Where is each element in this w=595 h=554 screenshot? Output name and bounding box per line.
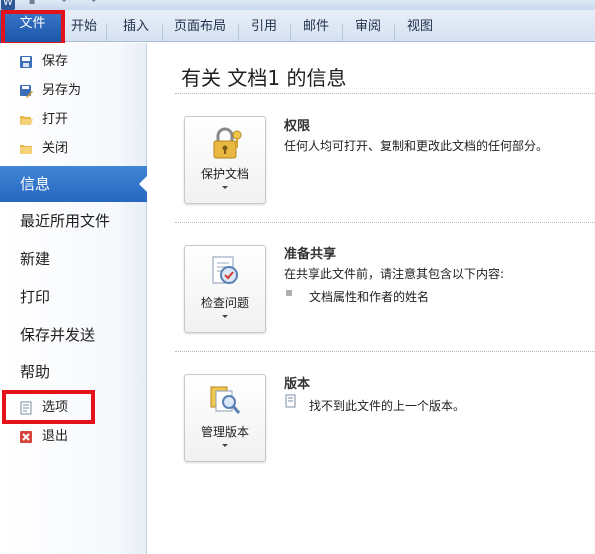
chevron-down-icon xyxy=(222,444,228,447)
sidebar-item-help[interactable]: 帮助 xyxy=(0,354,147,390)
inspect-document-icon xyxy=(212,256,238,284)
redo-icon[interactable]: ↷ xyxy=(86,0,98,8)
divider xyxy=(175,93,595,94)
save-icon xyxy=(20,56,32,68)
quick-access-toolbar: W ▪ ↶ ↷ xyxy=(0,0,595,10)
sidebar-item-label: 另存为 xyxy=(42,83,82,98)
sidebar-item-recent[interactable]: 最近所用文件 xyxy=(0,203,147,239)
highlight-box-options xyxy=(2,390,95,424)
button-label: 保护文档 xyxy=(200,167,249,181)
section-description: 在共享此文件前，请注意其包含以下内容: xyxy=(284,267,505,281)
section-heading-prepare-share: 准备共享 xyxy=(284,247,337,262)
undo-icon[interactable]: ↶ xyxy=(60,0,72,8)
sidebar-item-save[interactable]: 保存 xyxy=(0,49,140,75)
open-folder-icon xyxy=(20,116,33,125)
section-heading-versions: 版本 xyxy=(284,377,311,392)
sidebar-item-print[interactable]: 打印 xyxy=(0,279,147,315)
backstage-sidebar: 保存 另存为 打开 关闭 信息 最近所用文件 新建 打印 保存并发送 帮助 选项… xyxy=(0,43,147,554)
chevron-down-icon xyxy=(222,315,228,318)
document-icon xyxy=(285,394,296,408)
tab-separator xyxy=(162,24,163,42)
sidebar-item-open[interactable]: 打开 xyxy=(0,107,140,133)
sidebar-item-label: 关闭 xyxy=(42,141,69,156)
bullet-icon xyxy=(286,290,292,296)
button-label: 管理版本 xyxy=(200,425,249,439)
tab-insert[interactable]: 插入 xyxy=(120,16,152,38)
tab-separator xyxy=(342,24,343,42)
sidebar-item-close[interactable]: 关闭 xyxy=(0,136,140,162)
divider xyxy=(175,351,595,352)
sidebar-item-save-send[interactable]: 保存并发送 xyxy=(0,317,147,353)
tab-separator xyxy=(290,24,291,42)
tab-page-layout[interactable]: 页面布局 xyxy=(172,16,228,38)
lock-keys-icon xyxy=(213,127,242,159)
page-title: 有关 文档1 的信息 xyxy=(181,66,347,90)
button-label: 检查问题 xyxy=(200,296,249,310)
tab-review[interactable]: 审阅 xyxy=(352,16,384,38)
manage-versions-button[interactable]: 管理版本 xyxy=(184,374,266,462)
sidebar-item-label: 打开 xyxy=(42,112,69,127)
sidebar-item-new[interactable]: 新建 xyxy=(0,241,147,277)
tab-view[interactable]: 视图 xyxy=(404,16,436,38)
divider xyxy=(175,222,595,223)
save-as-icon xyxy=(20,85,33,98)
section-heading-permissions: 权限 xyxy=(284,119,311,134)
close-folder-icon xyxy=(20,145,32,154)
exit-icon xyxy=(20,431,32,443)
sidebar-item-exit[interactable]: 退出 xyxy=(0,424,140,450)
sidebar-item-label: 保存 xyxy=(42,54,69,69)
tab-mailings[interactable]: 邮件 xyxy=(300,16,332,38)
sidebar-item-save-as[interactable]: 另存为 xyxy=(0,78,140,104)
protect-document-button[interactable]: 保护文档 xyxy=(184,116,266,204)
section-description: 任何人均可打开、复制和更改此文档的任何部分。 xyxy=(284,139,549,153)
tab-separator xyxy=(106,24,107,42)
word-backstage-window: W ▪ ↶ ↷ 开始 插入 页面布局 引用 邮件 审阅 视图 文件 保存 另存为… xyxy=(0,0,595,554)
chevron-down-icon xyxy=(222,186,228,189)
manage-versions-icon xyxy=(210,386,241,414)
check-for-issues-button[interactable]: 检查问题 xyxy=(184,245,266,333)
section-description: 找不到此文件的上一个版本。 xyxy=(309,399,466,413)
backstage-info-panel: 有关 文档1 的信息 保护文档 权限 任何人均可打开、复制和更改此文档的任何部分… xyxy=(148,43,595,554)
save-quick-icon[interactable]: ▪ xyxy=(26,0,38,8)
sidebar-item-info[interactable]: 信息 xyxy=(0,166,147,202)
tab-separator xyxy=(238,24,239,42)
word-app-icon[interactable]: W xyxy=(1,0,15,10)
tab-separator xyxy=(394,24,395,42)
sidebar-item-label: 退出 xyxy=(42,429,69,444)
highlight-box-file-tab xyxy=(1,10,65,46)
bullet-text: 文档属性和作者的姓名 xyxy=(309,290,430,304)
ribbon-tab-bar: 开始 插入 页面布局 引用 邮件 审阅 视图 xyxy=(0,10,595,42)
tab-references[interactable]: 引用 xyxy=(248,16,280,38)
tab-home[interactable]: 开始 xyxy=(68,16,100,38)
